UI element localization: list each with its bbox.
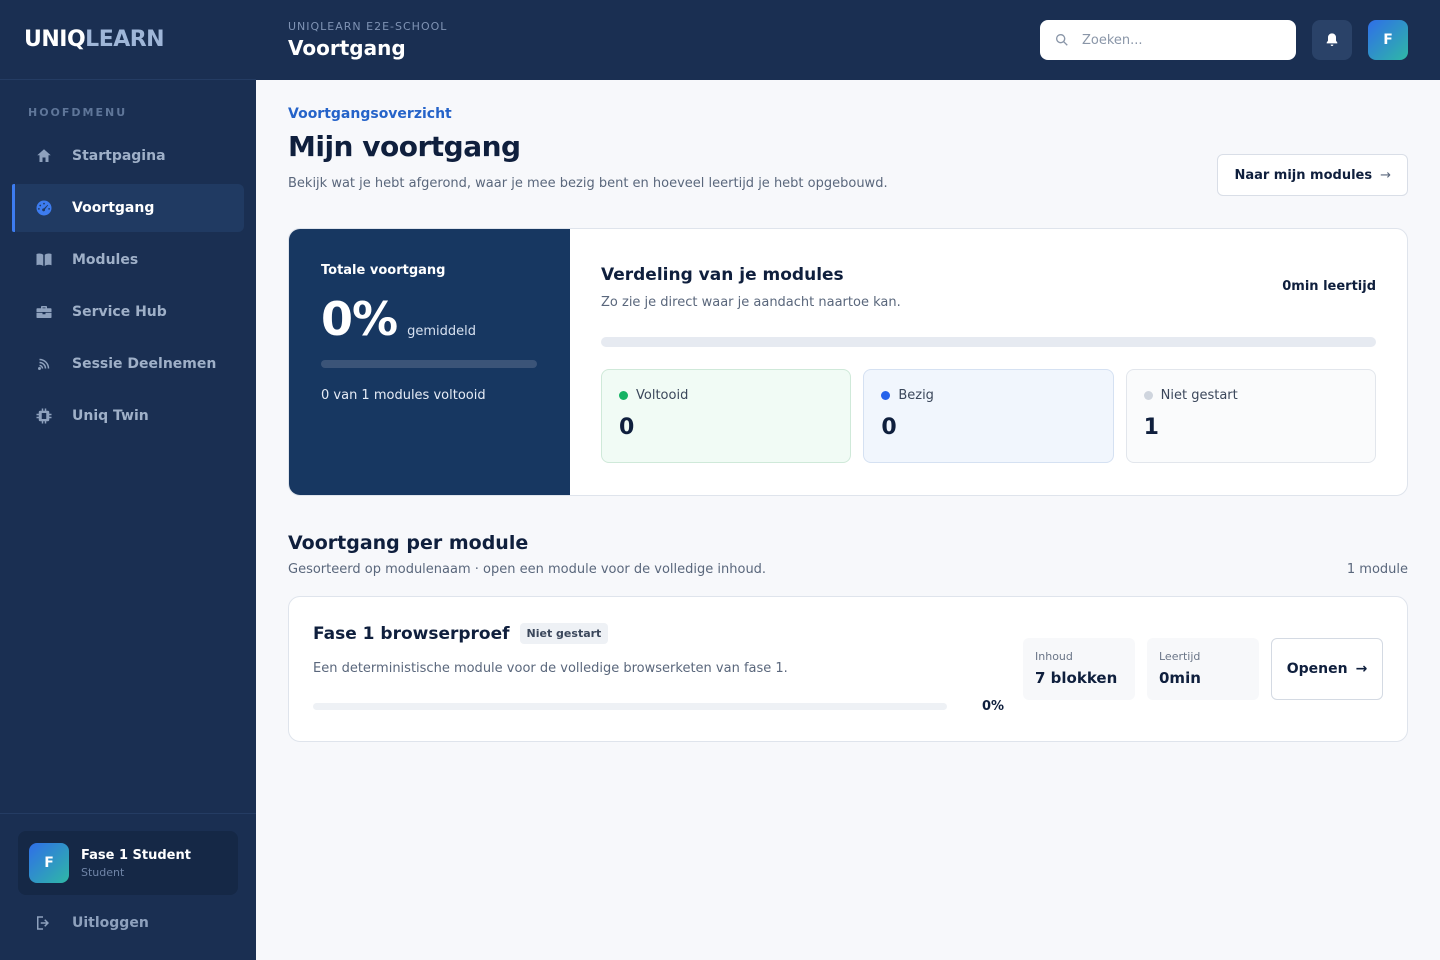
sidebar-item-label: Service Hub: [72, 304, 167, 320]
sidebar-item-label: Startpagina: [72, 148, 166, 164]
module-description: Een deterministische module voor de voll…: [313, 661, 788, 676]
home-icon: [34, 146, 54, 166]
search-icon: [1056, 34, 1068, 46]
distribution-bar: [601, 337, 1376, 347]
my-modules-button[interactable]: Naar mijn modules →: [1217, 154, 1408, 196]
module-distribution: Verdeling van je modules Zo zie je direc…: [601, 265, 1376, 463]
distribution-title: Verdeling van je modules: [601, 265, 844, 285]
stat-value: 0: [619, 415, 635, 440]
sidebar-item-voortgang[interactable]: Voortgang: [12, 184, 244, 232]
section-subtitle: Gesorteerd op modulenaam · open een modu…: [288, 562, 767, 577]
module-progress-bar: [313, 703, 947, 710]
time-value: 0min: [1159, 669, 1201, 687]
status-dot-icon: [1143, 391, 1153, 400]
arrow-right-icon: →: [1380, 167, 1391, 183]
sidebar-item-modules[interactable]: Modules: [12, 236, 244, 284]
stat-label-text: Bezig: [898, 388, 934, 403]
module-title: Fase 1 browserproef: [313, 623, 510, 644]
sidebar-item-label: Voortgang: [72, 200, 155, 216]
logo-area: UNIQLEARN: [0, 0, 256, 80]
main-nav: Startpagina Voortgang Modules Service Hu…: [12, 132, 244, 444]
progress-summary-card: Totale voortgang 0% gemiddeld 0 van 1 mo…: [288, 228, 1408, 496]
sidebar-item-uniq-twin[interactable]: Uniq Twin: [12, 392, 244, 440]
bell-icon: [1326, 33, 1338, 46]
uniqlearn-logo[interactable]: UNIQLEARN: [24, 27, 165, 52]
user-role: Student: [81, 865, 125, 879]
open-label: Openen: [1286, 661, 1348, 677]
status-dot-icon: [619, 391, 628, 400]
sidebar-item-label: Uniq Twin: [72, 408, 149, 424]
status-badge: Niet gestart: [519, 623, 609, 644]
total-progress-value: 0% gemiddeld: [321, 292, 538, 346]
stat-label-text: Niet gestart: [1160, 388, 1238, 403]
total-percent: 0%: [321, 292, 398, 346]
broadcast-icon: [34, 354, 54, 374]
profile-avatar[interactable]: F: [1368, 20, 1408, 60]
module-content-stat: Inhoud 7 blokken: [1023, 638, 1135, 700]
distribution-subtitle: Zo zie je direct waar je aandacht naarto…: [601, 295, 901, 310]
total-progress-label: Totale voortgang: [321, 263, 446, 278]
breadcrumb[interactable]: Voortgangsoverzicht: [288, 106, 452, 122]
total-progress-panel: Totale voortgang 0% gemiddeld 0 van 1 mo…: [289, 229, 570, 495]
stat-label-text: Voltooid: [636, 388, 689, 403]
page-subtitle: Bekijk wat je hebt afgerond, waar je mee…: [288, 176, 888, 191]
module-progress-percent: 0%: [982, 699, 1005, 714]
sidebar-footer: F Fase 1 Student Student Uitloggen: [0, 813, 256, 960]
avatar: F: [29, 843, 69, 883]
sidebar-item-service-hub[interactable]: Service Hub: [12, 288, 244, 336]
toolbox-icon: [34, 302, 54, 322]
stat-value: 1: [1143, 415, 1159, 440]
search-box[interactable]: [1040, 20, 1296, 60]
stat-label: Bezig: [881, 388, 1095, 403]
stat-label: Voltooid: [619, 388, 833, 403]
open-module-button[interactable]: Openen →: [1271, 638, 1383, 700]
notifications-button[interactable]: [1312, 20, 1352, 60]
menu-label: HOOFDMENU: [28, 106, 128, 119]
status-stats: Voltooid 0 Bezig 0 Niet gestart 1: [601, 369, 1376, 463]
chip-icon: [34, 406, 54, 426]
logout-button[interactable]: Uitloggen: [34, 914, 149, 932]
page-header-title: Voortgang: [288, 36, 406, 60]
logout-icon: [37, 916, 49, 930]
search-input[interactable]: [1082, 32, 1282, 48]
module-count: 1 module: [1346, 562, 1408, 577]
stat-bezig: Bezig 0: [863, 369, 1114, 463]
module-card: Fase 1 browserproef Niet gestart Een det…: [288, 596, 1408, 742]
arrow-right-icon: →: [1355, 661, 1368, 677]
section-title: Voortgang per module: [288, 532, 529, 554]
total-progress-bar: [321, 360, 537, 368]
book-icon: [34, 250, 54, 270]
school-name: UNIQLEARN E2E-SCHOOL: [288, 20, 448, 33]
module-time-stat: Leertijd 0min: [1147, 638, 1259, 700]
page-title: Mijn voortgang: [288, 130, 521, 163]
module-header: Fase 1 browserproef Niet gestart: [313, 623, 609, 644]
learning-time: 0min leertijd: [1282, 279, 1376, 294]
content-label: Inhoud: [1035, 650, 1073, 663]
user-name: Fase 1 Student: [81, 847, 191, 863]
content-value: 7 blokken: [1035, 669, 1118, 687]
average-label: gemiddeld: [407, 324, 477, 339]
sidebar-item-label: Modules: [72, 252, 139, 268]
stat-label: Niet gestart: [1143, 388, 1358, 403]
user-info: Fase 1 Student Student: [81, 848, 191, 879]
sidebar: UNIQLEARN HOOFDMENU Startpagina Voortgan…: [0, 0, 256, 960]
completed-modules-text: 0 van 1 modules voltooid: [321, 388, 486, 403]
logout-label: Uitloggen: [72, 915, 149, 931]
user-card[interactable]: F Fase 1 Student Student: [18, 831, 238, 895]
sidebar-item-label: Sessie Deelnemen: [72, 356, 217, 372]
sidebar-item-sessie-deelnemen[interactable]: Sessie Deelnemen: [12, 340, 244, 388]
stat-voltooid: Voltooid 0: [601, 369, 852, 463]
stat-value: 0: [881, 415, 897, 440]
status-dot-icon: [881, 391, 891, 400]
sidebar-item-startpagina[interactable]: Startpagina: [12, 132, 244, 180]
topbar: UNIQLEARN E2E-SCHOOL Voortgang F: [256, 0, 1440, 80]
my-modules-label: Naar mijn modules: [1234, 167, 1373, 183]
time-label: Leertijd: [1159, 650, 1201, 663]
gauge-icon: [34, 198, 54, 218]
stat-niet-gestart: Niet gestart 1: [1125, 369, 1376, 463]
